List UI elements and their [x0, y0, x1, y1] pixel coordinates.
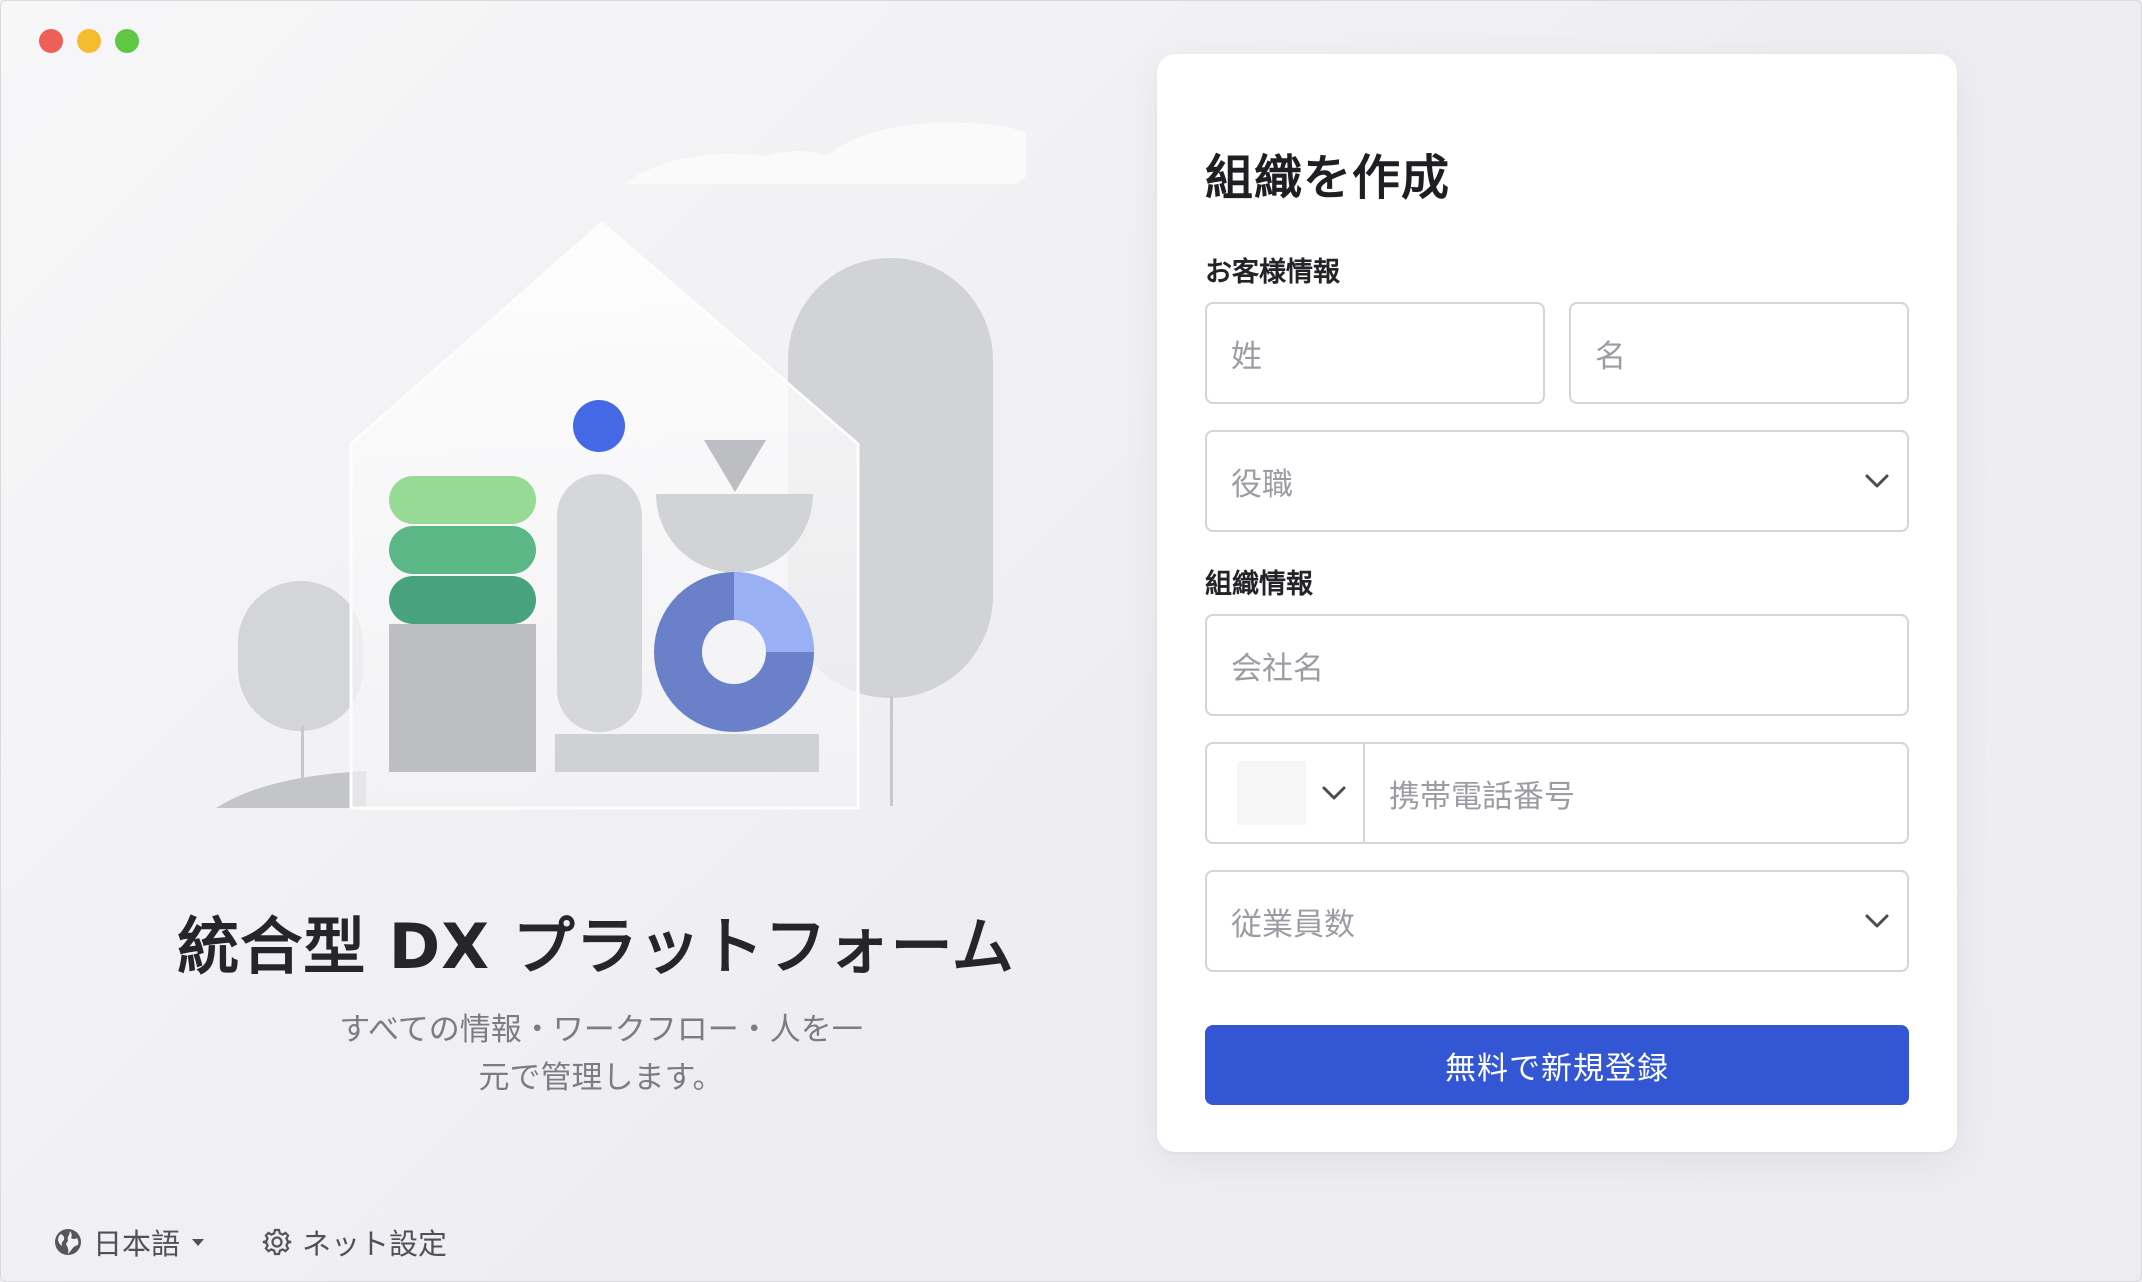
- first-name-input[interactable]: 名: [1569, 302, 1909, 404]
- employee-count-placeholder: 従業員数: [1231, 906, 1355, 943]
- ground-hill: [216, 771, 366, 808]
- green-bar-bottom: [389, 576, 536, 624]
- gray-base: [555, 734, 819, 772]
- customer-info-label: お客様情報: [1205, 257, 1340, 288]
- hero-subtitle-line1: すべての情報・ワークフロー・人を一: [339, 1012, 863, 1048]
- tree-left: [238, 581, 363, 731]
- window-controls: [39, 29, 139, 53]
- gear-icon: [262, 1228, 292, 1256]
- cloud-shape: [624, 122, 1026, 184]
- minimize-window-button[interactable]: [77, 29, 101, 53]
- org-info-label: 組織情報: [1205, 569, 1313, 600]
- job-title-select[interactable]: 役職: [1205, 430, 1909, 532]
- tree-right-trunk: [890, 696, 893, 806]
- phone-field: 携帯電話番号: [1205, 742, 1909, 844]
- last-name-input[interactable]: 姓: [1205, 302, 1545, 404]
- close-window-button[interactable]: [39, 29, 63, 53]
- hero-subtitle: すべての情報・ワークフロー・人を一 元で管理します。: [326, 1006, 876, 1102]
- hero-subtitle-line2: 元で管理します。: [478, 1060, 724, 1096]
- blue-dot: [573, 400, 625, 452]
- network-settings-button[interactable]: ネット設定: [262, 1221, 447, 1263]
- signup-card: 組織を作成 お客様情報 姓 名 役職 組織情報 会社名 携帯電話番号 従業員数 …: [1157, 54, 1957, 1152]
- company-name-input[interactable]: 会社名: [1205, 614, 1909, 716]
- chevron-down-icon: [1847, 912, 1907, 930]
- caret-down-icon: [192, 1239, 205, 1246]
- language-selector[interactable]: 日本語: [53, 1221, 206, 1263]
- phone-number-input[interactable]: 携帯電話番号: [1365, 771, 1907, 816]
- hero-illustration: [216, 122, 1026, 810]
- globe-icon: [55, 1229, 81, 1255]
- donut-hole: [702, 620, 766, 684]
- job-title-placeholder: 役職: [1231, 466, 1293, 503]
- gray-block: [389, 624, 536, 772]
- maximize-window-button[interactable]: [115, 29, 139, 53]
- last-name-placeholder: 姓: [1231, 338, 1262, 375]
- employee-count-select[interactable]: 従業員数: [1205, 870, 1909, 972]
- green-bar-mid: [389, 526, 536, 574]
- green-bar-top: [389, 476, 536, 524]
- language-label: 日本語: [93, 1227, 181, 1261]
- country-code-select[interactable]: [1207, 744, 1365, 842]
- chevron-down-icon: [1306, 784, 1363, 802]
- hero-title: 統合型 DX プラットフォーム: [177, 910, 1015, 983]
- signup-submit-button[interactable]: 無料で新規登録: [1205, 1025, 1909, 1105]
- network-settings-label: ネット設定: [302, 1227, 448, 1261]
- app-window: 統合型 DX プラットフォーム すべての情報・ワークフロー・人を一 元で管理しま…: [0, 0, 2142, 1282]
- form-title: 組織を作成: [1205, 150, 1451, 206]
- footer-bar: 日本語 ネット設定: [53, 1221, 447, 1263]
- chevron-down-icon: [1847, 472, 1907, 490]
- company-name-placeholder: 会社名: [1231, 650, 1324, 687]
- first-name-placeholder: 名: [1595, 338, 1626, 375]
- country-flag: [1237, 761, 1306, 825]
- gray-pillar: [557, 474, 642, 732]
